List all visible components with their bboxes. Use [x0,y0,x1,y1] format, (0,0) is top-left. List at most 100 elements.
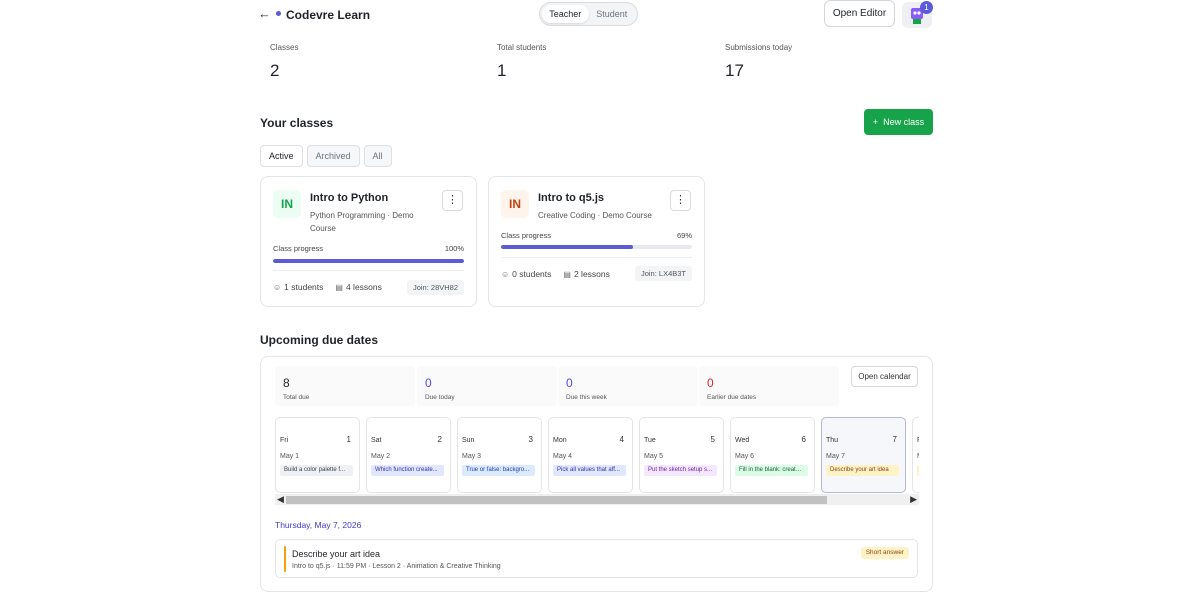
day-date: May 1 [280,453,300,460]
due-dates-panel: 8 Total due 0 Due today 0 Due this week … [260,356,933,592]
class-card-python[interactable]: IN Intro to Python Python Programming · … [260,176,477,307]
due-item-chip[interactable]: Pick all values that aff... [553,465,626,476]
day-card[interactable]: Fri 1 May 1 Build a color palette f... [275,417,360,493]
due-item-chip[interactable]: Fill in the blank: create... [735,465,808,476]
day-date: May 6 [735,453,755,460]
scroll-right-icon[interactable]: ▶ [910,494,917,505]
stat-value: 2 [270,61,280,80]
class-subtitle: Creative Coding · Demo Course [538,211,652,220]
stat-classes: Classes 2 [270,43,298,81]
progress-percent: 69% [676,231,692,240]
day-card[interactable]: Mon 4 May 4 Pick all values that aff... [548,417,633,493]
summary-due-this-week: 0 Due this week [558,366,698,406]
due-item-chip[interactable] [917,465,919,476]
summary-value: 8 [283,376,290,390]
classes-section-title: Your classes [260,116,334,130]
progress-fill [273,259,464,263]
role-toggle: Teacher Student [539,2,638,26]
lessons-count: ▤ 2 lessons [563,269,610,279]
class-initials-badge: IN [501,190,529,218]
day-number: 7 [892,435,897,444]
day-card[interactable]: Wed 6 May 6 Fill in the blank: create... [730,417,815,493]
new-class-button[interactable]: + New class [864,109,933,135]
day-name: Wed [735,437,750,444]
more-options-icon[interactable]: ⋮ [442,190,463,211]
divider [501,257,692,258]
students-count: ☺ 0 students [501,269,552,279]
user-icon: ☺ [501,270,510,279]
progress-fill [501,245,633,249]
day-card[interactable]: Sun 3 May 3 True or false: backgro... [457,417,542,493]
day-name: Tue [644,437,656,444]
day-name: Sat [371,437,382,444]
role-student-tab[interactable]: Student [589,5,636,23]
progress-bar [501,245,692,249]
tab-all[interactable]: All [363,145,392,167]
day-number: 5 [710,435,715,444]
class-title: Intro to Python [310,192,389,204]
due-item-chip[interactable]: Build a color palette f... [280,465,353,476]
due-item-chip[interactable]: Put the sketch setup s... [644,465,717,476]
day-date: May 5 [644,453,664,460]
day-date: May 2 [371,453,391,460]
open-calendar-button[interactable]: Open calendar [851,366,918,387]
day-card[interactable]: Fri8May 8 [912,417,919,493]
lesson-icon: ▤ [335,283,343,292]
day-number: 3 [528,435,533,444]
progress-label: Class progress [273,244,324,253]
join-code[interactable]: Join: LX4B3T [634,266,692,281]
day-date: May 3 [462,453,482,460]
stat-value: 1 [497,61,507,80]
tab-archived[interactable]: Archived [306,145,360,167]
due-section-title: Upcoming due dates [260,333,379,347]
open-editor-button[interactable]: Open Editor [824,0,895,27]
due-item-chip[interactable]: True or false: backgro... [462,465,535,476]
event-item[interactable]: Describe your art idea Intro to q5.js · … [275,539,918,578]
day-card[interactable]: Sat 2 May 2 Which function create... [366,417,451,493]
class-card-q5js[interactable]: IN Intro to q5.js Creative Coding · Demo… [488,176,705,307]
new-class-label: New class [883,117,925,127]
stat-total-students: Total students 1 [497,43,546,81]
day-card[interactable]: Tue 5 May 5 Put the sketch setup s... [639,417,724,493]
more-options-icon[interactable]: ⋮ [670,190,691,211]
user-icon: ☺ [273,283,282,292]
scroll-left-icon[interactable]: ◀ [277,494,284,505]
plus-icon: + [872,117,879,127]
stat-value: 17 [725,61,744,80]
day-strip[interactable]: Fri 1 May 1 Build a color palette f... Sat 2 M… [275,417,919,493]
day-number: 1 [346,435,351,444]
day-name: Fri [917,437,919,444]
event-accent [284,546,286,572]
day-date: May 4 [553,453,573,460]
progress-label: Class progress [501,231,552,240]
scrollbar-thumb[interactable] [286,496,827,504]
due-item-chip[interactable]: Which function create... [371,465,444,476]
stat-submissions-today: Submissions today 17 [725,43,792,81]
join-code[interactable]: Join: 28VH82 [406,280,464,295]
back-arrow-icon[interactable]: ← [258,6,271,21]
class-title: Intro to q5.js [538,192,604,204]
summary-value: 0 [707,376,714,390]
class-meta: ☺ 1 students ▤ 4 lessons [273,282,382,292]
day-name: Sun [462,437,475,444]
due-item-chip[interactable]: Describe your art idea [826,465,899,476]
notification-badge: 1 [920,1,933,14]
event-title: Describe your art idea [292,549,381,559]
summary-total-due: 8 Total due [275,366,415,406]
event-type-badge: Short answer [860,547,909,559]
divider [273,270,464,271]
day-card[interactable]: Thu 7 May 7 Describe your art idea [821,417,906,493]
summary-value: 0 [566,376,573,390]
day-strip-scrollbar[interactable]: ◀ ▶ [275,494,919,505]
class-meta: ☺ 0 students ▤ 2 lessons [501,269,610,279]
lessons-count: ▤ 4 lessons [335,282,382,292]
role-teacher-tab[interactable]: Teacher [542,5,589,23]
summary-due-today: 0 Due today [417,366,557,406]
tab-active[interactable]: Active [260,145,303,167]
summary-value: 0 [425,376,432,390]
summary-earlier-due: 0 Earlier due dates [699,366,839,406]
day-name: Mon [553,437,567,444]
day-name: Fri [280,437,289,444]
stat-label: Total students [497,43,547,52]
class-initials-badge: IN [273,190,301,218]
